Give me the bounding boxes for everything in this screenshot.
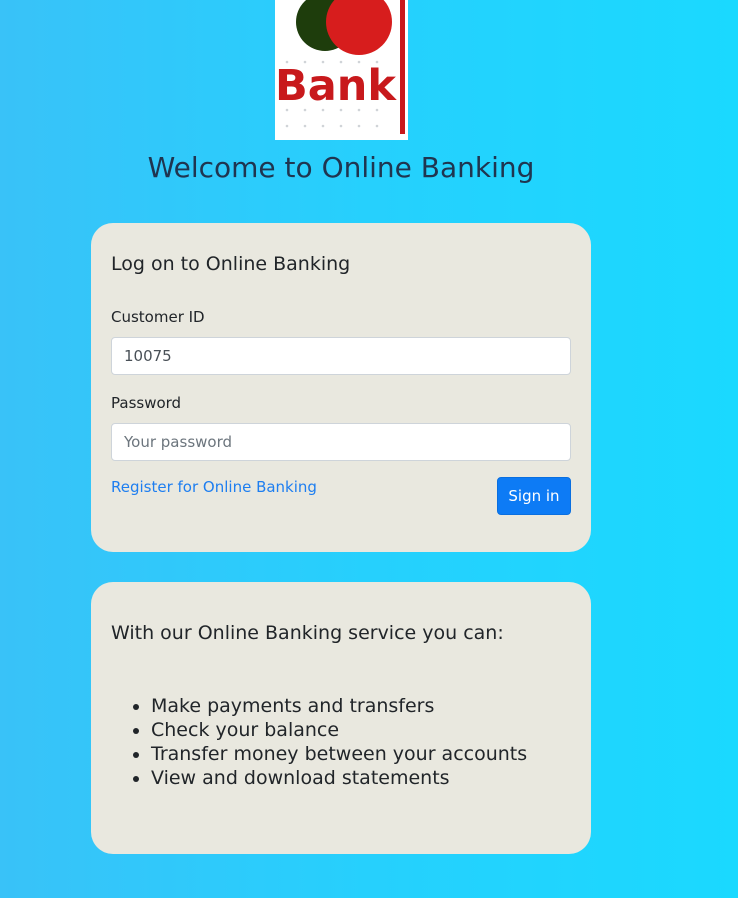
page-title: Welcome to Online Banking	[147, 151, 535, 184]
list-item: Check your balance	[151, 718, 527, 742]
password-field[interactable]	[111, 423, 571, 461]
logo-wordmark: Bank	[275, 61, 397, 111]
register-link[interactable]: Register for Online Banking	[111, 478, 317, 496]
sign-in-button[interactable]: Sign in	[497, 477, 571, 515]
list-item: View and download statements	[151, 766, 527, 790]
list-item: Transfer money between your accounts	[151, 742, 527, 766]
logo-red-bar	[400, 0, 405, 134]
info-card-title: With our Online Banking service you can:	[111, 622, 504, 644]
feature-list: Make payments and transfers Check your b…	[111, 694, 527, 790]
login-card-title: Log on to Online Banking	[111, 253, 351, 275]
list-item: Make payments and transfers	[151, 694, 527, 718]
info-card: With our Online Banking service you can:…	[91, 582, 591, 854]
bank-logo-graphic: Bank	[275, 0, 405, 134]
password-label: Password	[111, 394, 182, 412]
customer-id-label: Customer ID	[111, 308, 205, 326]
bank-logo: Bank	[275, 0, 408, 140]
login-card: Log on to Online Banking Customer ID Pas…	[91, 223, 591, 552]
customer-id-field[interactable]	[111, 337, 571, 375]
